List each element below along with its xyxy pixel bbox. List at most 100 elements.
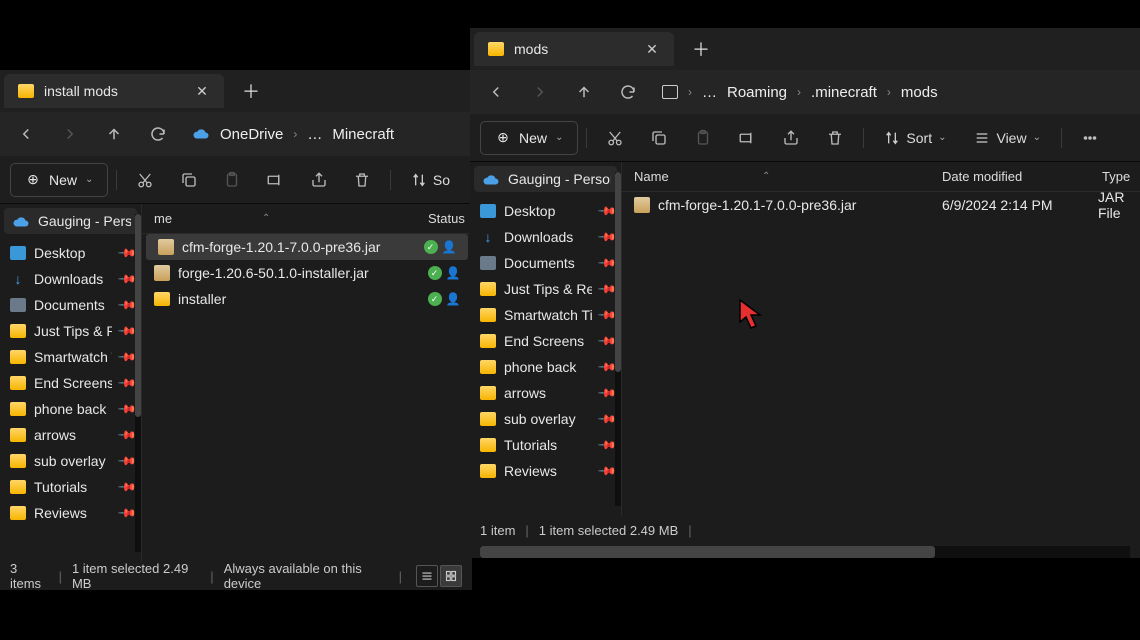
sidebar-onedrive[interactable]: Gauging - Persona xyxy=(474,166,617,192)
close-icon[interactable]: ✕ xyxy=(644,41,660,58)
download-icon: ↓ xyxy=(480,230,496,244)
col-name[interactable]: me xyxy=(142,211,416,226)
paste-button[interactable] xyxy=(683,120,723,156)
sidebar-item[interactable]: phone back📌 xyxy=(0,396,141,422)
share-button[interactable] xyxy=(771,120,811,156)
breadcrumb[interactable]: › … Roaming › .minecraft › mods xyxy=(654,84,946,101)
crumb-minecraft[interactable]: Minecraft xyxy=(332,126,394,143)
tab-mods[interactable]: mods ✕ xyxy=(474,32,674,66)
forward-button[interactable] xyxy=(522,74,558,110)
paste-button[interactable] xyxy=(212,162,251,198)
rows[interactable]: cfm-forge-1.20.1-7.0.0-pre36.jar✓👤forge-… xyxy=(142,234,472,562)
sidebar-item[interactable]: Documents📌 xyxy=(0,292,141,318)
sidebar-item[interactable]: Smartwatch Tip📌 xyxy=(470,302,621,328)
column-headers[interactable]: ⌃ Name Date modified Type xyxy=(622,162,1140,192)
chevron-down-icon: ⌄ xyxy=(85,174,93,185)
col-status[interactable]: Status xyxy=(416,211,472,226)
cloud-icon xyxy=(12,215,30,227)
breadcrumb[interactable]: OneDrive › … Minecraft xyxy=(184,125,402,143)
sidebar-item[interactable]: End Screens📌 xyxy=(470,328,621,354)
folder-icon xyxy=(480,360,496,374)
table-row[interactable]: cfm-forge-1.20.1-7.0.0-pre36.jar 6/9/202… xyxy=(622,192,1140,218)
sidebar-item[interactable]: Reviews📌 xyxy=(470,458,621,484)
download-icon: ↓ xyxy=(10,272,26,286)
new-button[interactable]: ⊕ New ⌄ xyxy=(480,121,578,155)
refresh-button[interactable] xyxy=(140,116,176,152)
chevron-down-icon: ⌄ xyxy=(1033,132,1041,143)
crumb-roaming[interactable]: Roaming xyxy=(727,84,787,101)
sidebar-item[interactable]: Just Tips & Rev📌 xyxy=(470,276,621,302)
horizontal-scrollbar[interactable] xyxy=(480,546,1130,558)
crumb-minecraft[interactable]: .minecraft xyxy=(811,84,877,101)
more-button[interactable] xyxy=(1070,120,1110,156)
crumb-ellipsis[interactable]: … xyxy=(702,84,717,101)
crumb-mods[interactable]: mods xyxy=(901,84,938,101)
sidebar-item[interactable]: Tutorials📌 xyxy=(470,432,621,458)
crumb-ellipsis[interactable]: … xyxy=(307,126,322,143)
rename-button[interactable] xyxy=(256,162,295,198)
sort-button[interactable]: Sort ⌄ xyxy=(872,120,958,156)
new-button[interactable]: ⊕ New ⌄ xyxy=(10,163,108,197)
sidebar-item[interactable]: Desktop📌 xyxy=(470,198,621,224)
crumb-onedrive[interactable]: OneDrive xyxy=(220,126,283,143)
sidebar-item-label: Desktop xyxy=(504,203,592,219)
table-row[interactable]: installer✓👤 xyxy=(142,286,472,312)
back-button[interactable] xyxy=(478,74,514,110)
file-list: ⌃ Name Date modified Type cfm-forge-1.20… xyxy=(622,162,1140,516)
delete-button[interactable] xyxy=(343,162,382,198)
folder-icon xyxy=(10,454,26,468)
sidebar-item[interactable]: arrows📌 xyxy=(0,422,141,448)
copy-button[interactable] xyxy=(639,120,679,156)
sidebar-item[interactable]: Smartwatch Tip📌 xyxy=(0,344,141,370)
sidebar-item[interactable]: Desktop📌 xyxy=(0,240,141,266)
copy-button[interactable] xyxy=(169,162,208,198)
col-name[interactable]: Name xyxy=(622,169,930,184)
share-button[interactable] xyxy=(299,162,338,198)
sidebar-item[interactable]: ↓Downloads📌 xyxy=(0,266,141,292)
cut-button[interactable] xyxy=(595,120,635,156)
details-view-button[interactable] xyxy=(416,565,438,587)
forward-button[interactable] xyxy=(52,116,88,152)
sidebar-item[interactable]: ↓Downloads📌 xyxy=(470,224,621,250)
table-row[interactable]: forge-1.20.6-50.1.0-installer.jar✓👤 xyxy=(142,260,472,286)
icons-view-button[interactable] xyxy=(440,565,462,587)
sidebar-item[interactable]: Documents📌 xyxy=(470,250,621,276)
chevron-right-icon: › xyxy=(797,85,801,99)
cut-button[interactable] xyxy=(125,162,164,198)
person-icon: 👤 xyxy=(446,292,461,306)
table-row[interactable]: cfm-forge-1.20.1-7.0.0-pre36.jar✓👤 xyxy=(146,234,468,260)
up-button[interactable] xyxy=(96,116,132,152)
refresh-button[interactable] xyxy=(610,74,646,110)
sort-caret-icon: ⌃ xyxy=(262,213,270,224)
sort-button[interactable]: So xyxy=(399,162,462,198)
close-icon[interactable]: ✕ xyxy=(194,83,210,100)
sidebar-item[interactable]: Just Tips & Rev📌 xyxy=(0,318,141,344)
back-button[interactable] xyxy=(8,116,44,152)
view-button[interactable]: View ⌄ xyxy=(962,120,1052,156)
sidebar-item[interactable]: Reviews📌 xyxy=(0,500,141,526)
sidebar-item[interactable]: End Screens📌 xyxy=(0,370,141,396)
rename-button[interactable] xyxy=(727,120,767,156)
sidebar: Gauging - Persona Desktop📌↓Downloads📌Doc… xyxy=(0,204,142,562)
sidebar-scrollbar[interactable] xyxy=(135,214,141,552)
sidebar-item[interactable]: sub overlay📌 xyxy=(470,406,621,432)
column-headers[interactable]: ⌃ me Status xyxy=(142,204,472,234)
sidebar-onedrive[interactable]: Gauging - Persona xyxy=(4,208,137,234)
window-mods: mods ✕ ＋ › … Roaming › .minecraft › mods… xyxy=(470,28,1140,558)
sidebar-item[interactable]: Tutorials📌 xyxy=(0,474,141,500)
tab-install-mods[interactable]: install mods ✕ xyxy=(4,74,224,108)
rows[interactable]: cfm-forge-1.20.1-7.0.0-pre36.jar 6/9/202… xyxy=(622,192,1140,516)
up-button[interactable] xyxy=(566,74,602,110)
sidebar-item[interactable]: arrows📌 xyxy=(470,380,621,406)
col-date[interactable]: Date modified xyxy=(930,169,1090,184)
sidebar-scrollbar[interactable] xyxy=(615,172,621,506)
sidebar-item[interactable]: sub overlay📌 xyxy=(0,448,141,474)
delete-button[interactable] xyxy=(815,120,855,156)
navbar: OneDrive › … Minecraft xyxy=(0,112,472,156)
sidebar-item[interactable]: phone back📌 xyxy=(470,354,621,380)
tabbar: mods ✕ ＋ xyxy=(470,28,1140,70)
col-type[interactable]: Type xyxy=(1090,169,1140,184)
new-tab-button[interactable]: ＋ xyxy=(234,74,268,108)
new-tab-button[interactable]: ＋ xyxy=(684,32,718,66)
folder-icon xyxy=(10,480,26,494)
